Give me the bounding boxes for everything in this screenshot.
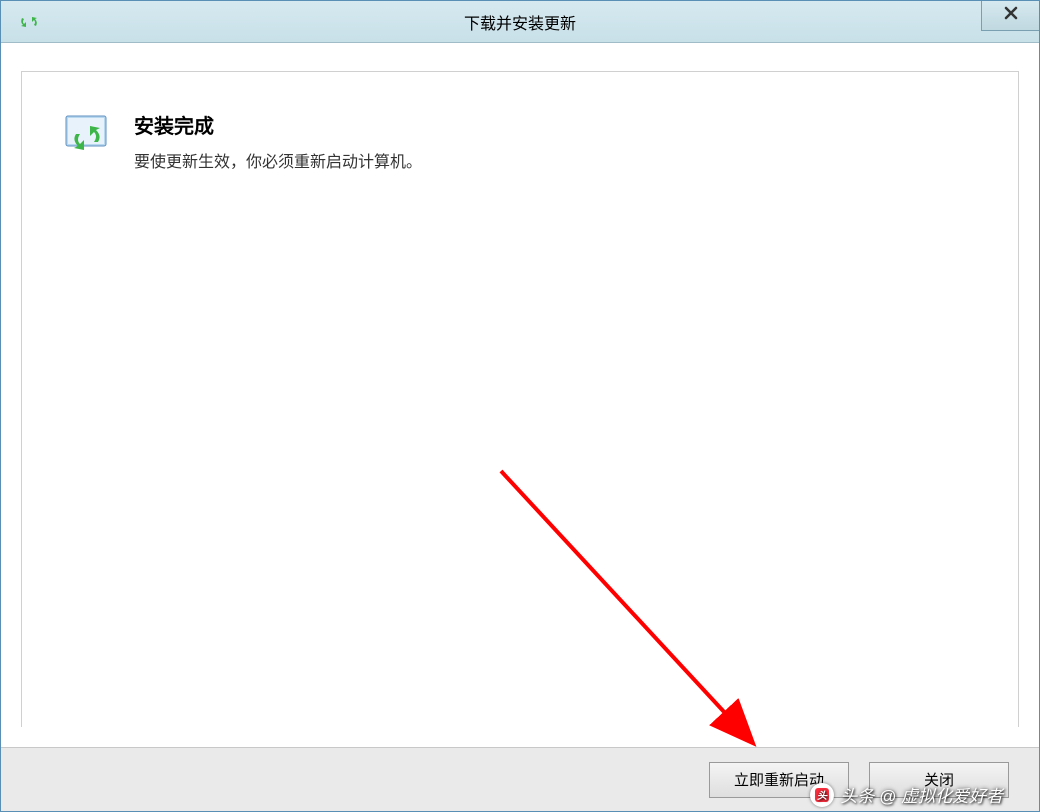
titlebar: 下载并安装更新: [1, 1, 1039, 43]
svg-text:头: 头: [817, 790, 828, 802]
subtext: 要使更新生效，你必须重新启动计算机。: [134, 151, 978, 175]
content-area: 安装完成 要使更新生效，你必须重新启动计算机。: [1, 43, 1039, 747]
watermark-logo-icon: 头: [810, 783, 834, 807]
update-complete-icon: [62, 112, 110, 156]
heading: 安装完成: [134, 110, 978, 139]
close-icon: [1004, 6, 1018, 25]
window-title: 下载并安装更新: [1, 10, 1039, 34]
watermark: 头 头条 @ 虚拟化爱好者: [810, 782, 1003, 807]
header-row: 安装完成 要使更新生效，你必须重新启动计算机。: [62, 110, 978, 175]
watermark-text: 头条 @ 虚拟化爱好者: [840, 782, 1003, 807]
close-button[interactable]: [981, 1, 1039, 31]
inner-panel: 安装完成 要使更新生效，你必须重新启动计算机。: [21, 71, 1019, 727]
dialog-window: 下载并安装更新 安装完成: [0, 0, 1040, 812]
update-icon: [19, 12, 39, 32]
header-text: 安装完成 要使更新生效，你必须重新启动计算机。: [134, 110, 978, 175]
